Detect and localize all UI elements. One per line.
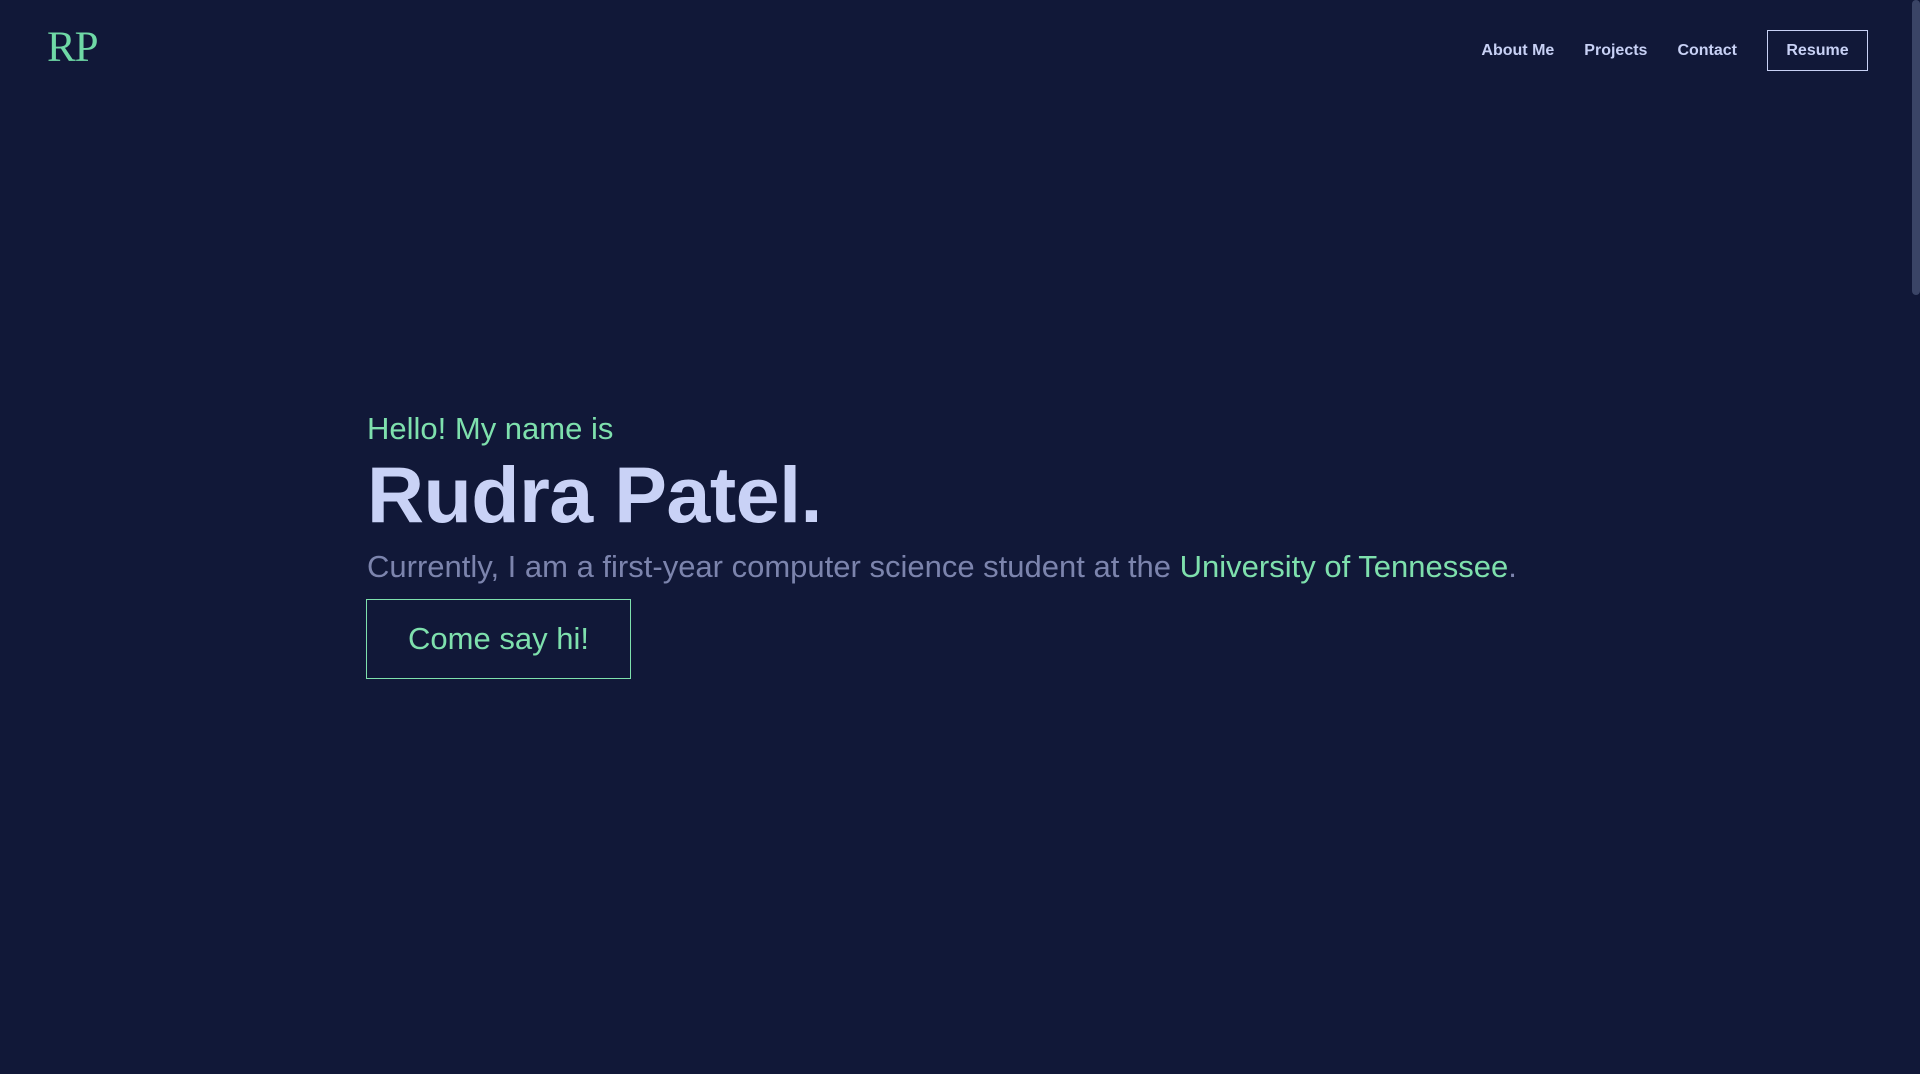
scrollbar-thumb[interactable] [1912,0,1920,295]
nav-link-projects[interactable]: Projects [1584,42,1647,60]
university-link[interactable]: University of Tennessee [1180,549,1509,584]
top-nav: About Me Projects Contact Resume [1481,30,1868,71]
nav-link-about-me[interactable]: About Me [1481,42,1554,60]
hero-section: Hello! My name is Rudra Patel. Currently… [366,410,1667,680]
resume-button[interactable]: Resume [1767,30,1868,71]
hero-description-suffix: . [1508,549,1517,585]
nav-link-contact[interactable]: Contact [1677,42,1737,60]
hero-greeting: Hello! My name is [367,411,614,446]
page-scrollbar[interactable] [1910,0,1920,1074]
come-say-hi-button[interactable]: Come say hi! [366,599,631,680]
hero-name: Rudra Patel. [367,450,822,540]
site-logo[interactable]: RP [47,26,99,69]
hero-description: Currently, I am a first-year computer sc… [367,548,1667,585]
hero-description-prefix: Currently, I am a first-year computer sc… [367,549,1180,585]
